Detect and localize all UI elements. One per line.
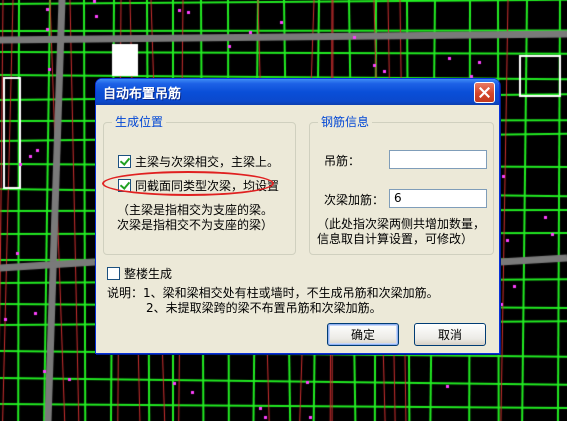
position-note-line2: 次梁是指相交不为支座的梁）: [117, 218, 274, 232]
rebar-note: （此处指次梁两侧共增加数量， 信息取自计算设置，可修改）: [317, 217, 485, 247]
option-same-section-checkbox[interactable]: [118, 179, 131, 192]
whole-building-label: 整楼生成: [124, 267, 173, 281]
rebar-info-group-title: 钢筋信息: [318, 114, 373, 130]
position-group: 生成位置 主梁与次梁相交，主梁上。 同截面同类型次梁，均设置 （主梁是指相交为支…: [103, 114, 296, 255]
cancel-button[interactable]: 取消: [414, 323, 486, 346]
secondary-beam-rebar-input[interactable]: 6: [389, 189, 487, 208]
dialog-content: 生成位置 主梁与次梁相交，主梁上。 同截面同类型次梁，均设置 （主梁是指相交为支…: [96, 105, 499, 353]
secondary-beam-rebar-label: 次梁加筋：: [324, 193, 385, 207]
ok-button[interactable]: 确定: [327, 323, 399, 346]
explanation-text: 说明：1、梁和梁相交处有柱或墙时，不生成吊筋和次梁加筋。 2、未提取梁跨的梁不布…: [107, 286, 439, 316]
hanger-rebar-input[interactable]: [389, 150, 487, 169]
position-note-line1: （主梁是指相交为支座的梁。: [117, 203, 274, 217]
dialog-title-bar[interactable]: 自动布置吊筋: [96, 79, 499, 105]
option-main-beam-checkbox[interactable]: [118, 155, 131, 168]
whole-building-checkbox[interactable]: [107, 267, 120, 280]
explanation-line2: 2、未提取梁跨的梁不布置吊筋和次梁加筋。: [146, 301, 382, 315]
hanger-rebar-label: 吊筋：: [324, 154, 361, 168]
position-note: （主梁是指相交为支座的梁。 次梁是指相交不为支座的梁）: [117, 203, 273, 233]
rebar-note-line2: 信息取自计算设置，可修改）: [317, 232, 474, 246]
dialog-title: 自动布置吊筋: [103, 86, 182, 102]
option-main-beam-row[interactable]: 主梁与次梁相交，主梁上。: [118, 153, 279, 170]
close-icon: [479, 87, 490, 98]
rebar-note-line1: （此处指次梁两侧共增加数量，: [317, 217, 486, 231]
auto-hanger-rebar-dialog: 自动布置吊筋 生成位置 主梁与次梁相交，主梁上。 同截面同类型次梁，均设置 （主…: [95, 78, 500, 354]
option-main-beam-label: 主梁与次梁相交，主梁上。: [135, 155, 280, 169]
option-same-section-label: 同截面同类型次梁，均设置: [135, 179, 280, 193]
rebar-info-group: 钢筋信息 吊筋： 次梁加筋： 6 （此处指次梁两侧共增加数量， 信息取自计算设置…: [309, 114, 494, 255]
whole-building-row[interactable]: 整楼生成: [107, 265, 172, 282]
option-same-section-row[interactable]: 同截面同类型次梁，均设置: [118, 177, 279, 194]
close-button[interactable]: [474, 82, 495, 103]
position-group-title: 生成位置: [112, 114, 167, 130]
explanation-line1: 说明：1、梁和梁相交处有柱或墙时，不生成吊筋和次梁加筋。: [107, 286, 439, 300]
